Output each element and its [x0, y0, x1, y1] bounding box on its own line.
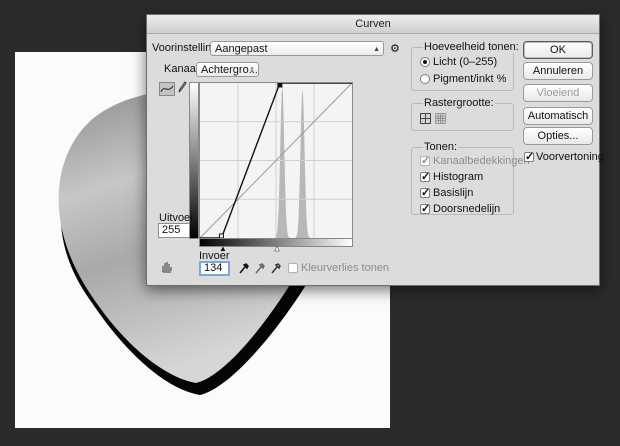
grid-simple-icon[interactable] [420, 113, 431, 124]
color-loss-checkbox[interactable] [288, 263, 298, 273]
chevron-updown-icon: ▲ [373, 46, 380, 53]
color-loss-label: Kleurverlies tonen [301, 262, 390, 274]
show-label-1: Histogram [433, 171, 484, 183]
curve-point-tool-icon[interactable] [159, 82, 175, 96]
channel-select[interactable]: Achtergro... ⇕ [196, 62, 259, 77]
pencil-icon[interactable] [177, 81, 187, 96]
show-checkbox-3[interactable] [420, 202, 430, 215]
on-image-adjust-hand-icon[interactable] [160, 260, 174, 277]
show-checkbox-0[interactable] [420, 154, 430, 167]
pigment-label: Pigment/inkt % [433, 73, 507, 85]
curve-svg[interactable] [199, 82, 353, 239]
preview-checkbox[interactable] [524, 150, 534, 163]
smooth-button[interactable]: Vloeiend [523, 84, 593, 102]
preview-label: Voorvertoning [536, 151, 604, 163]
preset-select[interactable]: Aangepast ▲ [210, 41, 384, 56]
curve-point-white [277, 82, 283, 88]
light-radio[interactable] [420, 57, 430, 67]
show-checkbox-1[interactable] [420, 170, 430, 183]
input-field[interactable]: 134 [199, 261, 230, 276]
auto-button[interactable]: Automatisch [523, 107, 593, 125]
black-eyedropper-icon[interactable] [239, 262, 249, 277]
curve-graph[interactable] [199, 82, 353, 239]
preset-value: Aangepast [215, 43, 268, 55]
show-checkbox-2[interactable] [420, 186, 430, 199]
grid-size-title: Rastergrootte: [423, 97, 495, 109]
ok-button[interactable]: OK [523, 41, 593, 59]
title-bar[interactable]: Curven [147, 15, 599, 34]
white-eyedropper-icon[interactable] [271, 262, 281, 277]
show-label-0: Kanaalbedekkingen [433, 155, 530, 167]
pigment-radio[interactable] [420, 74, 430, 84]
curves-dialog: Curven Voorinstelling: Aangepast ▲ ⚙ Kan… [146, 14, 604, 286]
gear-icon[interactable]: ⚙ [390, 42, 400, 55]
grid-detailed-icon[interactable] [435, 113, 446, 124]
white-point-slider[interactable]: ▲ [273, 244, 281, 254]
light-label: Licht (0–255) [433, 56, 498, 68]
output-field[interactable]: 255 [158, 223, 190, 238]
chevron-updown-icon: ⇕ [249, 67, 255, 74]
gray-eyedropper-icon[interactable] [255, 262, 265, 277]
dialog-title: Curven [355, 18, 391, 30]
amount-title: Hoeveelheid tonen: [423, 41, 520, 53]
show-title: Tonen: [423, 141, 459, 153]
options-button[interactable]: Opties... [523, 127, 593, 145]
show-label-3: Doorsnedelijn [433, 203, 501, 215]
cancel-button[interactable]: Annuleren [523, 62, 593, 80]
show-label-2: Basislijn [433, 187, 474, 199]
